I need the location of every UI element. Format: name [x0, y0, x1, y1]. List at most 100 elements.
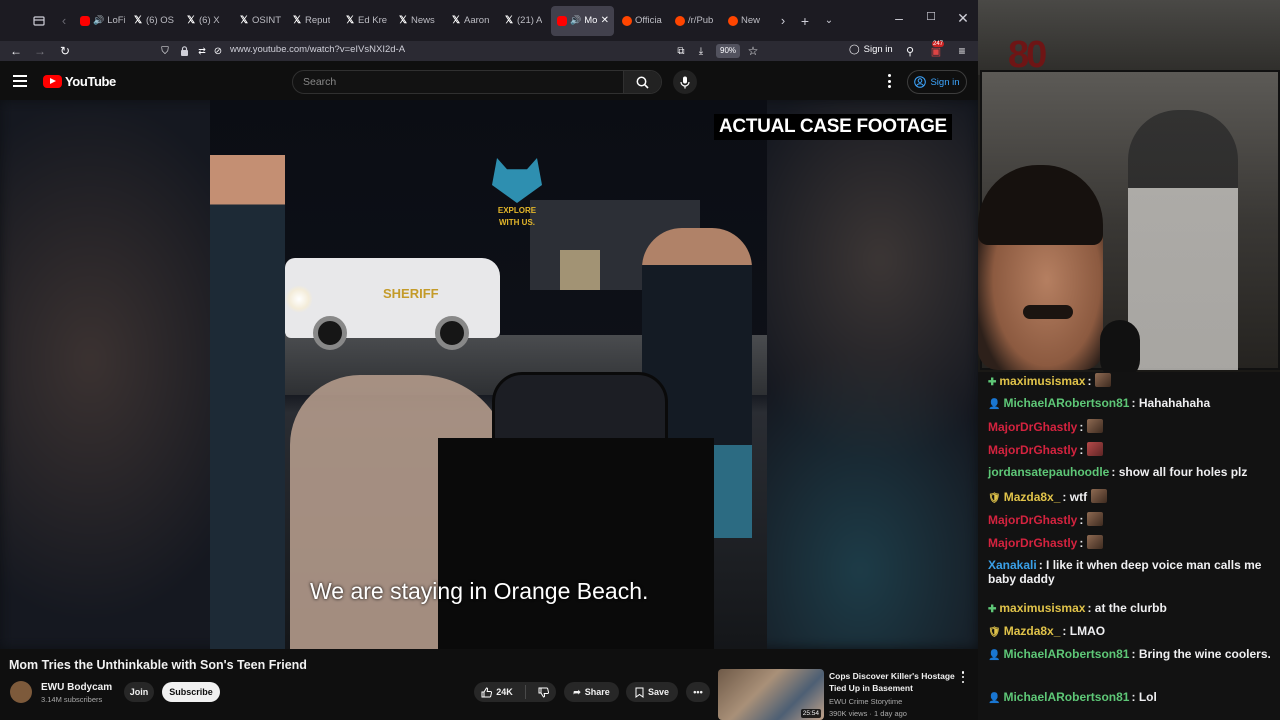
- browser-tab[interactable]: 𝕏 (21) A: [498, 6, 549, 36]
- save-button[interactable]: Save: [626, 682, 678, 702]
- sign-in-label: Sign in: [930, 76, 960, 88]
- minimize-icon[interactable]: –: [889, 10, 909, 26]
- browser-tab[interactable]: 𝕏 News: [392, 6, 443, 36]
- flashlight-glare: [285, 285, 313, 313]
- autoplay-blocked-icon[interactable]: ⊘: [212, 41, 224, 61]
- chat-username[interactable]: Mazda8x_: [1004, 490, 1061, 504]
- microphone-icon: [680, 76, 690, 88]
- watermark-line-1: EXPLORE: [497, 206, 537, 215]
- close-window-icon[interactable]: ✕: [953, 10, 973, 27]
- chat-username[interactable]: MichaelARobertson81: [1003, 396, 1129, 410]
- chat-message: MajorDrGhastly:: [988, 419, 1278, 434]
- browser-tab[interactable]: 𝕏 Reput: [286, 6, 337, 36]
- more-actions-button[interactable]: •••: [686, 682, 710, 702]
- chat-username[interactable]: MichaelARobertson81: [1003, 690, 1129, 704]
- chat-username[interactable]: MajorDrGhastly: [988, 420, 1077, 434]
- browser-tab[interactable]: 𝕏 Aaron: [445, 6, 496, 36]
- reload-icon[interactable]: ↻: [57, 41, 73, 61]
- chat-username[interactable]: jordansatepauhoodle: [988, 465, 1109, 479]
- settings-menu-icon[interactable]: [885, 74, 893, 88]
- tab-strip: 🔊LoFi In𝕏(6) OS𝕏(6) X𝕏OSINT𝕏Reput𝕏Ed Kre…: [74, 5, 773, 36]
- browser-tab[interactable]: Officia: [616, 6, 667, 36]
- recommended-channel[interactable]: EWU Crime Storytime: [829, 697, 902, 706]
- chat-username[interactable]: MichaelARobertson81: [1003, 647, 1129, 661]
- like-dislike-group: 24K: [474, 682, 556, 702]
- firefox-account-button[interactable]: ◯ Sign in: [849, 44, 893, 55]
- join-button[interactable]: Join: [124, 682, 154, 702]
- close-tab-icon[interactable]: ✕: [601, 15, 609, 26]
- channel-avatar[interactable]: [10, 681, 32, 703]
- app-menu-icon[interactable]: ≡: [955, 41, 969, 61]
- youtube-sign-in-button[interactable]: Sign in: [907, 70, 967, 94]
- permissions-icon[interactable]: ⇄: [196, 41, 208, 61]
- chat-username[interactable]: maximusismax: [999, 601, 1085, 615]
- new-tab-icon[interactable]: +: [793, 13, 817, 29]
- recommended-title[interactable]: Cops Discover Killer's Hostage Tied Up i…: [829, 670, 959, 694]
- browser-tab[interactable]: 🔊LoFi In: [74, 6, 125, 36]
- search-placeholder: Search: [303, 76, 337, 88]
- picture-in-picture-icon[interactable]: ⧉: [675, 41, 687, 61]
- back-icon[interactable]: ←: [8, 41, 24, 61]
- chat-username[interactable]: MajorDrGhastly: [988, 536, 1077, 550]
- user-mod-badge-icon: 👤: [988, 399, 1001, 410]
- channel-name[interactable]: EWU Bodycam: [41, 682, 112, 693]
- forward-icon[interactable]: →: [32, 41, 48, 61]
- chat-username[interactable]: Xanakali: [988, 558, 1037, 572]
- browser-tab-bar: ‹ 🔊LoFi In𝕏(6) OS𝕏(6) X𝕏OSINT𝕏Reput𝕏Ed K…: [0, 0, 978, 41]
- video-player[interactable]: SHERIFF EXPLORE WITH US. ACTUAL CASE FOO…: [0, 100, 978, 649]
- chat-message: MajorDrGhastly:: [988, 442, 1278, 457]
- tab-label: (6) OS: [146, 15, 174, 26]
- chat-username[interactable]: maximusismax: [999, 374, 1085, 388]
- chat-message: ✚ maximusismax: at the clurbb: [988, 601, 1278, 617]
- chat-message: ✚ maximusismax:: [988, 373, 1278, 390]
- voice-search-button[interactable]: [673, 70, 697, 94]
- browser-tab[interactable]: 𝕏 OSINT: [233, 6, 284, 36]
- chat-username[interactable]: MajorDrGhastly: [988, 443, 1077, 457]
- maximize-icon[interactable]: ☐: [921, 10, 941, 23]
- url-bar[interactable]: www.youtube.com/watch?v=eIVsNXI2d-A: [230, 44, 405, 55]
- browser-tab[interactable]: 𝕏 (6) OS: [127, 6, 178, 36]
- tab-label: OSINT: [252, 15, 282, 26]
- dislike-button[interactable]: [538, 687, 549, 698]
- tab-list-icon[interactable]: [24, 6, 54, 36]
- watermark-line-2: WITH US.: [499, 218, 535, 227]
- chat-username[interactable]: MajorDrGhastly: [988, 513, 1077, 527]
- user-circle-icon: [914, 76, 927, 88]
- account-sign-in-label: Sign in: [863, 44, 893, 55]
- search-button[interactable]: [623, 71, 661, 93]
- chat-text: :: [1079, 420, 1084, 434]
- tab-scroll-right-icon[interactable]: ›: [773, 13, 793, 28]
- x-favicon-icon: 𝕏: [345, 14, 355, 26]
- background-person: [1128, 110, 1238, 370]
- guide-menu-icon[interactable]: [13, 75, 27, 87]
- lock-icon[interactable]: [178, 41, 190, 61]
- share-label: Share: [584, 687, 610, 697]
- extensions-icon[interactable]: ⚲: [903, 41, 917, 61]
- recommended-thumbnail[interactable]: 25:54: [718, 669, 824, 720]
- browser-tab[interactable]: /r/Pub: [669, 6, 720, 36]
- save-to-pocket-icon[interactable]: ⤓: [695, 41, 707, 61]
- browser-tab[interactable]: 𝕏 Ed Kre: [339, 6, 390, 36]
- list-all-tabs-icon[interactable]: ⌄: [817, 15, 841, 26]
- audio-playing-icon[interactable]: 🔊: [93, 15, 104, 26]
- share-button[interactable]: ➦ Share: [564, 682, 619, 702]
- bookmark-star-icon[interactable]: ☆: [746, 41, 760, 61]
- browser-tab[interactable]: New: [722, 6, 773, 36]
- like-button[interactable]: 24K: [481, 686, 513, 698]
- zoom-level[interactable]: 90%: [716, 44, 741, 58]
- chat-username[interactable]: Mazda8x_: [1004, 624, 1061, 638]
- subscribe-button[interactable]: Subscribe: [162, 682, 220, 702]
- chat-emote-icon: [1091, 489, 1108, 503]
- subscriber-count: 3.14M subscribers: [41, 695, 103, 704]
- tab-scroll-left-icon[interactable]: ‹: [54, 13, 74, 28]
- browser-tab[interactable]: 𝕏 (6) X: [180, 6, 231, 36]
- chat-message: Xanakali: I like it when deep voice man …: [988, 558, 1278, 586]
- search-input[interactable]: Search: [292, 70, 662, 94]
- youtube-logo[interactable]: YouTube: [43, 74, 116, 89]
- truck-text: SHERIFF: [383, 286, 439, 301]
- audio-playing-icon[interactable]: 🔊: [570, 15, 581, 26]
- tab-label: /r/Pub: [688, 15, 714, 26]
- browser-tab[interactable]: 🔊 Mo ✕: [551, 5, 614, 36]
- recommended-menu-icon[interactable]: [960, 671, 966, 683]
- tracking-shield-icon[interactable]: ⛉: [159, 41, 171, 61]
